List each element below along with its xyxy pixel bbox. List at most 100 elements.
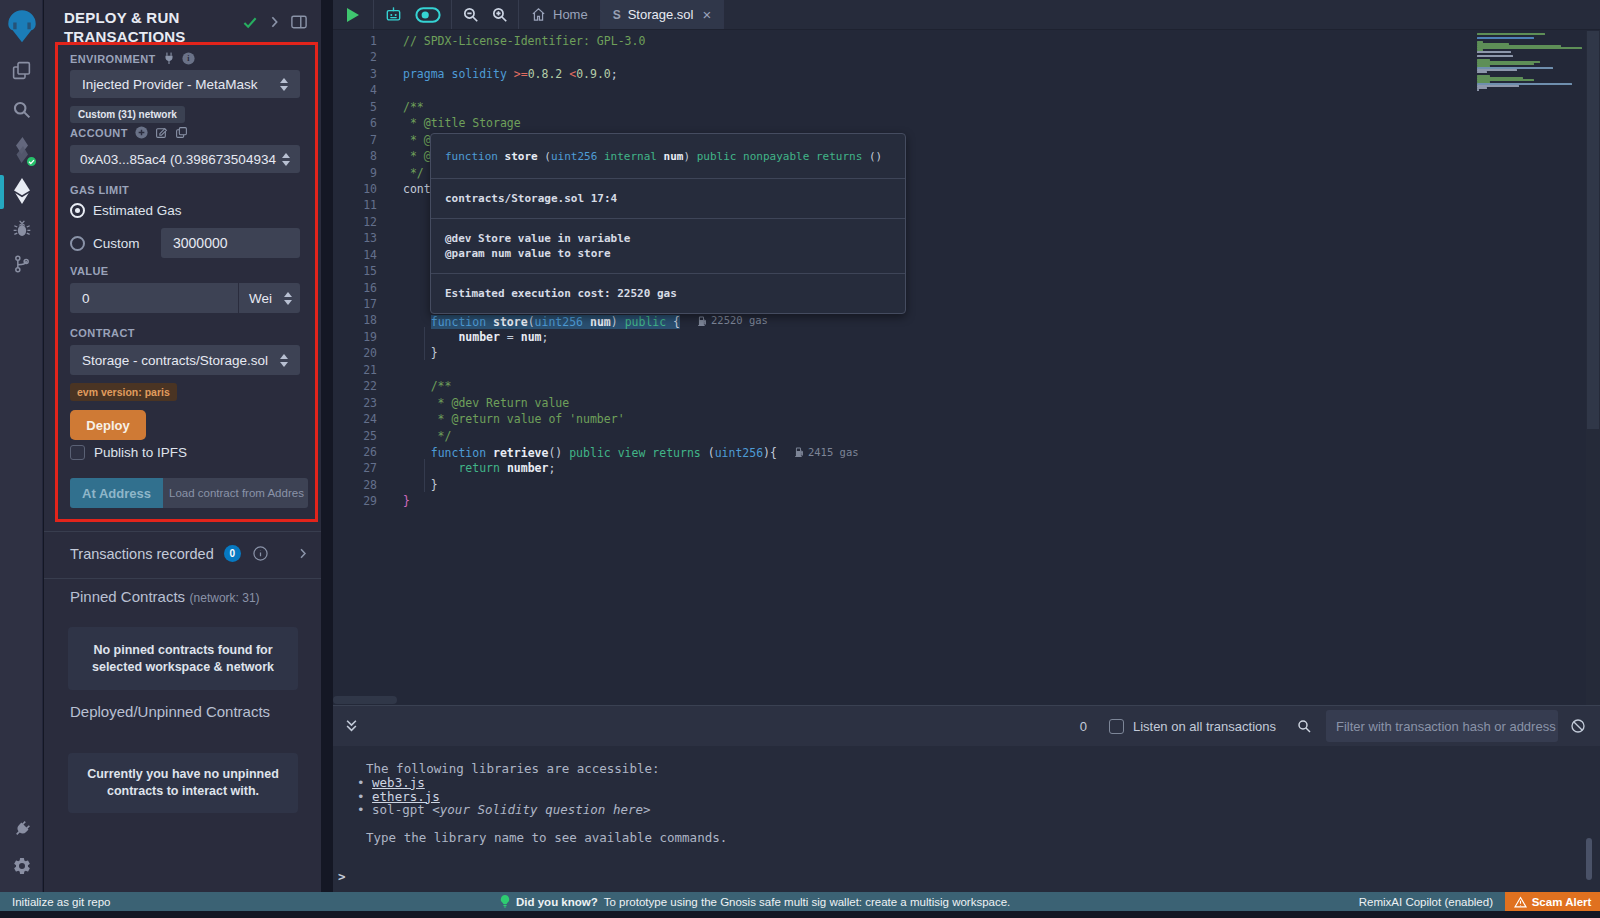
- home-icon: [531, 7, 546, 22]
- editor-area: Home S Storage.sol × 1// SPDX-License-Id…: [333, 0, 1600, 892]
- ai-robot-icon[interactable]: [384, 6, 403, 23]
- plugin-manager-icon[interactable]: [0, 815, 43, 843]
- compile-check-icon: [243, 16, 258, 29]
- code-line: 19 number = num;: [333, 329, 1600, 345]
- code-line: 2: [333, 49, 1600, 65]
- terminal-link-web3[interactable]: web3.js: [372, 775, 425, 790]
- listen-transactions-checkbox[interactable]: [1109, 719, 1124, 734]
- tab-home[interactable]: Home: [519, 0, 601, 29]
- copy-account-icon[interactable]: [175, 126, 188, 139]
- copilot-toggle-icon[interactable]: [415, 7, 441, 23]
- run-script-icon[interactable]: [347, 8, 359, 22]
- svg-text:i: i: [187, 54, 190, 63]
- code-line: 28 }: [333, 477, 1600, 493]
- gas-limit-label: GAS LIMIT: [70, 184, 129, 196]
- publish-ipfs-checkbox[interactable]: [70, 445, 85, 460]
- transactions-recorded-row[interactable]: Transactions recorded 0: [70, 545, 307, 562]
- gas-custom-option[interactable]: Custom 3000000: [70, 228, 300, 258]
- compile-success-badge: [25, 155, 38, 168]
- code-line: 26 function retrieve() public view retur…: [333, 444, 1600, 460]
- deploy-run-icon[interactable]: [0, 174, 43, 208]
- code-line: 23 * @dev Return value: [333, 395, 1600, 411]
- at-address-button[interactable]: At Address: [70, 478, 163, 508]
- at-address-input[interactable]: Load contract from Addres: [163, 478, 308, 508]
- code-line: 6 * @title Storage: [333, 115, 1600, 131]
- value-label: VALUE: [70, 265, 108, 277]
- scam-alert-button[interactable]: Scam Alert: [1505, 892, 1600, 911]
- minimap[interactable]: [1477, 33, 1587, 91]
- tooltip-signature: function store (uint256 internal num) pu…: [431, 134, 905, 178]
- value-unit-select[interactable]: Wei: [238, 283, 300, 313]
- code-line: 3pragma solidity >=0.8.2 <0.9.0;: [333, 66, 1600, 82]
- terminal-content: The following libraries are accessible: …: [333, 746, 1600, 892]
- code-line: 29}: [333, 493, 1600, 509]
- zoom-in-icon[interactable]: [491, 6, 508, 23]
- clear-console-icon[interactable]: [1570, 718, 1586, 734]
- pinned-contracts-empty: No pinned contracts found for selected w…: [68, 627, 298, 690]
- code-line: 1// SPDX-License-Identifier: GPL-3.0: [333, 33, 1600, 49]
- debugger-icon[interactable]: [0, 214, 43, 242]
- evm-version-badge: evm version: paris: [70, 383, 177, 401]
- did-you-know: Did you know? To prototype using the Gno…: [500, 895, 1010, 908]
- deploy-run-panel: DEPLOY & RUN TRANSACTIONS ENVIRONMENT i …: [44, 0, 321, 892]
- listen-transactions-label: Listen on all transactions: [1133, 719, 1276, 734]
- search-icon[interactable]: [0, 95, 43, 123]
- close-tab-icon[interactable]: ×: [702, 6, 711, 23]
- terminal-filter-input[interactable]: Filter with transaction hash or address: [1326, 710, 1558, 742]
- run-script-group: [333, 0, 374, 29]
- copilot-status[interactable]: RemixAI Copilot (enabled): [1359, 896, 1493, 908]
- terminal-scrollbar[interactable]: [1586, 838, 1592, 880]
- solidity-compiler-icon[interactable]: [0, 134, 43, 166]
- code-line: 18 function store(uint256 num) public {2…: [333, 312, 1600, 328]
- editor-scrollbar[interactable]: [1586, 31, 1600, 705]
- fork-environment-icon[interactable]: [163, 52, 175, 65]
- gas-custom-input[interactable]: 3000000: [161, 228, 300, 258]
- git-init-button[interactable]: Initialize as git repo: [12, 896, 110, 908]
- ai-copilot-group: [374, 0, 452, 29]
- code-line: 21: [333, 362, 1600, 378]
- code-line: 24 * @return value of 'number': [333, 411, 1600, 427]
- gas-estimate-badge: 2415 gas: [795, 444, 859, 460]
- publish-ipfs-option[interactable]: Publish to IPFS: [70, 445, 187, 460]
- account-label: ACCOUNT: [70, 126, 188, 139]
- code-line: 4: [333, 82, 1600, 98]
- code-line: 20 }: [333, 345, 1600, 361]
- zoom-group: [452, 0, 519, 29]
- terminal-link-ethers[interactable]: ethers.js: [372, 789, 440, 804]
- zoom-out-icon[interactable]: [462, 6, 479, 23]
- contract-select[interactable]: Storage - contracts/Storage.sol: [70, 345, 300, 375]
- network-badge: Custom (31) network: [70, 106, 185, 123]
- terminal-header: 0 Listen on all transactions Filter with…: [333, 706, 1600, 746]
- git-icon[interactable]: [0, 250, 43, 278]
- environment-info-icon[interactable]: i: [182, 52, 195, 65]
- code-line: 25 */: [333, 428, 1600, 444]
- remix-logo-icon[interactable]: [0, 6, 43, 46]
- file-explorer-icon[interactable]: [0, 56, 43, 84]
- account-select[interactable]: 0xA03...85ac4 (0.398673504934: [70, 145, 300, 173]
- gas-estimate-badge: 22520 gas: [698, 312, 768, 328]
- sign-message-icon[interactable]: [155, 126, 168, 139]
- activity-bar: [0, 0, 43, 892]
- tab-storage-sol[interactable]: S Storage.sol ×: [601, 0, 725, 29]
- deploy-button[interactable]: Deploy: [70, 410, 146, 440]
- code-line: 5/**: [333, 99, 1600, 115]
- gas-estimated-option[interactable]: Estimated Gas: [70, 203, 182, 218]
- add-account-icon[interactable]: [135, 126, 148, 139]
- transactions-count-badge: 0: [224, 545, 241, 562]
- code-editor[interactable]: 1// SPDX-License-Identifier: GPL-3.023pr…: [333, 31, 1600, 705]
- warning-icon: [1514, 896, 1527, 908]
- terminal-search-icon[interactable]: [1296, 718, 1312, 734]
- pin-panel-icon[interactable]: [291, 15, 307, 29]
- collapse-panel-icon[interactable]: [270, 16, 279, 28]
- value-input[interactable]: 0: [70, 283, 238, 313]
- editor-hscrollbar[interactable]: [333, 696, 397, 704]
- lightbulb-icon: [500, 895, 510, 908]
- environment-select[interactable]: Injected Provider - MetaMask: [70, 70, 300, 98]
- transactions-expand-icon[interactable]: [299, 548, 307, 559]
- transactions-info-icon[interactable]: [253, 546, 268, 561]
- tooltip-cost: Estimated execution cost: 22520 gas: [431, 273, 905, 313]
- hover-tooltip: function store (uint256 internal num) pu…: [430, 133, 906, 314]
- terminal-prompt[interactable]: >: [338, 869, 346, 884]
- terminal-expand-icon[interactable]: [345, 719, 358, 733]
- settings-icon[interactable]: [0, 852, 43, 880]
